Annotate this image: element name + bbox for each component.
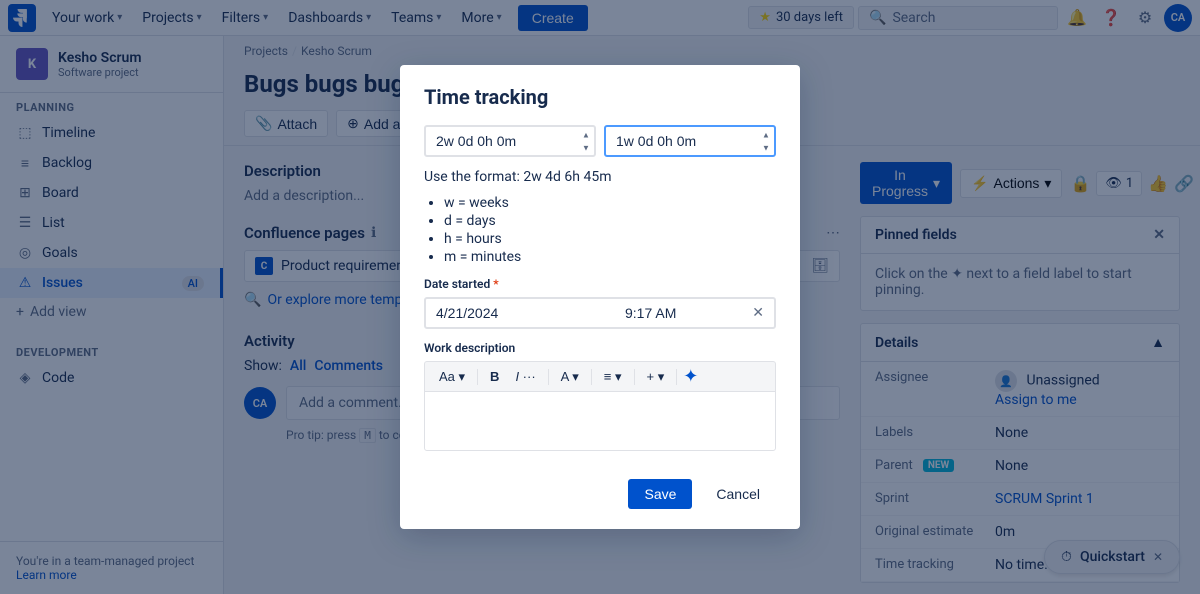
- time-down-arrow[interactable]: ▼: [580, 142, 592, 154]
- editor-sep-5: [676, 369, 677, 385]
- editor-ai-button[interactable]: ✦: [683, 366, 698, 387]
- editor-sep-2: [548, 369, 549, 385]
- cancel-button[interactable]: Cancel: [700, 479, 776, 509]
- format-item-hours: h = hours: [444, 231, 776, 247]
- time-spent-arrows: ▲ ▼: [580, 129, 592, 154]
- format-item-days: d = days: [444, 213, 776, 229]
- editor-bold-button[interactable]: B: [484, 367, 505, 386]
- time-spent-wrap: ▲ ▼: [424, 125, 596, 157]
- date-input-row: ✕: [424, 297, 776, 329]
- time-input-field[interactable]: [625, 305, 744, 321]
- work-description-label: Work description: [424, 341, 776, 355]
- format-item-minutes: m = minutes: [444, 249, 776, 265]
- time-spent-input[interactable]: [424, 125, 596, 157]
- time-remaining-input[interactable]: [604, 125, 776, 157]
- editor-area[interactable]: [424, 391, 776, 451]
- format-hint: Use the format: 2w 4d 6h 45m: [424, 169, 776, 185]
- modal-footer: Save Cancel: [400, 467, 800, 529]
- editor-color-button[interactable]: A ▾: [555, 367, 585, 387]
- date-input[interactable]: [436, 305, 617, 321]
- modal-title: Time tracking: [424, 85, 776, 109]
- editor-italic-button[interactable]: I ···: [509, 367, 541, 386]
- format-item-weeks: w = weeks: [444, 195, 776, 211]
- time-remaining-up-arrow[interactable]: ▲: [760, 129, 772, 141]
- editor-sep-3: [591, 369, 592, 385]
- time-remaining-arrows: ▲ ▼: [760, 129, 772, 154]
- required-indicator: *: [493, 277, 498, 291]
- time-up-arrow[interactable]: ▲: [580, 129, 592, 141]
- time-remaining-wrap: ▲ ▼: [604, 125, 776, 157]
- date-clear-button[interactable]: ✕: [752, 305, 764, 321]
- editor-insert-button[interactable]: + ▾: [641, 367, 671, 387]
- editor-sep-4: [634, 369, 635, 385]
- modal-overlay: Time tracking ▲ ▼ ▲ ▼: [0, 0, 1200, 594]
- time-tracking-modal: Time tracking ▲ ▼ ▲ ▼: [400, 65, 800, 529]
- time-inputs-row: ▲ ▼ ▲ ▼: [424, 125, 776, 157]
- modal-body: ▲ ▼ ▲ ▼ Use the format: 2w 4d 6h 45m w =…: [400, 125, 800, 467]
- editor-font-button[interactable]: Aa ▾: [433, 367, 471, 387]
- editor-sep-1: [477, 369, 478, 385]
- save-button[interactable]: Save: [628, 479, 692, 509]
- editor-toolbar: Aa ▾ B I ··· A ▾ ≡ ▾ + ▾ ✦: [424, 361, 776, 391]
- time-remaining-down-arrow[interactable]: ▼: [760, 142, 772, 154]
- date-label: Date started *: [424, 277, 776, 291]
- format-list: w = weeks d = days h = hours m = minutes: [444, 195, 776, 265]
- editor-list-button[interactable]: ≡ ▾: [598, 367, 628, 387]
- modal-header: Time tracking: [400, 65, 800, 125]
